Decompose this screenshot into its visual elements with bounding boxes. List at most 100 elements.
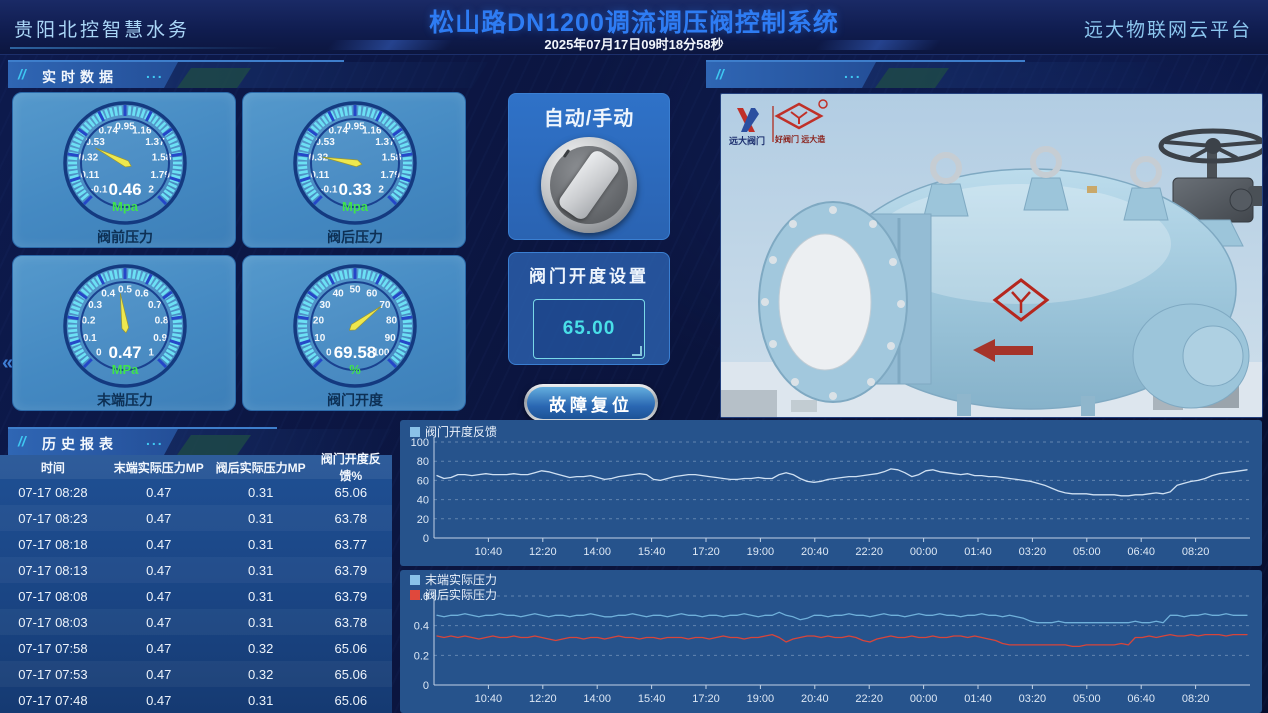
gauge-post-valve-pressure: -0.10.110.320.530.740.951.161.371.581.79… bbox=[242, 92, 466, 248]
svg-text:06:40: 06:40 bbox=[1127, 546, 1155, 558]
svg-text:08:20: 08:20 bbox=[1182, 546, 1210, 558]
section-valve-image: // ... bbox=[706, 62, 1162, 88]
svg-text:60: 60 bbox=[417, 475, 429, 487]
svg-text:00:00: 00:00 bbox=[910, 546, 938, 558]
table-cell: 07-17 08:03 bbox=[0, 615, 106, 630]
table-row: 07-17 07:580.470.3265.06 bbox=[0, 635, 392, 661]
table-row: 07-17 08:230.470.3163.78 bbox=[0, 505, 392, 531]
table-cell: 0.32 bbox=[212, 641, 310, 656]
svg-text:90: 90 bbox=[385, 333, 397, 344]
fault-reset-button[interactable]: 故障复位 bbox=[527, 387, 655, 419]
fault-reset-button-frame[interactable]: 故障复位 bbox=[524, 384, 658, 422]
chart-pressures: 末端实际压力 阀后实际压力 00.20.40.610:4012:2014:001… bbox=[400, 570, 1262, 713]
svg-text:05:00: 05:00 bbox=[1073, 546, 1101, 558]
svg-text:阀前压力: 阀前压力 bbox=[97, 229, 153, 245]
header-timestamp: 2025年07月17日09时18分58秒 bbox=[0, 34, 1268, 53]
svg-text:12:20: 12:20 bbox=[529, 546, 557, 558]
svg-text:15:40: 15:40 bbox=[638, 546, 666, 558]
table-cell: 0.47 bbox=[106, 641, 212, 656]
svg-text:22:20: 22:20 bbox=[855, 546, 883, 558]
col-post-pressure: 阀后实际压力MP bbox=[212, 459, 310, 476]
history-table: 时间 末端实际压力MP 阀后实际压力MP 阀门开度反馈% 07-17 08:28… bbox=[0, 455, 392, 713]
svg-text:14:00: 14:00 bbox=[583, 693, 611, 705]
section-dots-icon: ... bbox=[146, 432, 164, 448]
table-cell: 0.47 bbox=[106, 615, 212, 630]
svg-text:0.6: 0.6 bbox=[135, 289, 149, 300]
table-cell: 63.78 bbox=[310, 511, 392, 526]
setpoint-value: 65.00 bbox=[563, 318, 616, 340]
table-cell: 0.47 bbox=[106, 693, 212, 708]
gauge-end-pressure: 00.10.20.30.40.50.60.70.80.910.47MPa末端压力 bbox=[12, 255, 236, 411]
section-dots-icon: ... bbox=[844, 65, 862, 81]
svg-text:2: 2 bbox=[148, 185, 154, 196]
svg-text:50: 50 bbox=[349, 285, 361, 296]
svg-text:17:20: 17:20 bbox=[692, 693, 720, 705]
chart2-legend: 末端实际压力 阀后实际压力 bbox=[410, 572, 497, 602]
svg-text:17:20: 17:20 bbox=[692, 546, 720, 558]
svg-text:01:40: 01:40 bbox=[964, 693, 992, 705]
svg-text:01:40: 01:40 bbox=[964, 546, 992, 558]
svg-text:80: 80 bbox=[386, 316, 398, 327]
header-bar: 贵阳北控智慧水务 松山路DN1200调流调压阀控制系统 2025年07月17日0… bbox=[0, 0, 1268, 55]
svg-text:0: 0 bbox=[326, 348, 332, 359]
table-cell: 0.31 bbox=[212, 537, 310, 552]
svg-text:末端压力: 末端压力 bbox=[97, 392, 153, 408]
header-underline bbox=[10, 47, 280, 49]
table-cell: 0.47 bbox=[106, 667, 212, 682]
table-cell: 0.31 bbox=[212, 693, 310, 708]
valve-brand-right: 好阀门 远大造 bbox=[774, 134, 825, 144]
svg-text:阀门开度: 阀门开度 bbox=[327, 392, 384, 408]
svg-text:06:40: 06:40 bbox=[1127, 693, 1155, 705]
valve-opening-setpoint-panel: 阀门开度设置 65.00 bbox=[508, 252, 670, 365]
table-cell: 65.06 bbox=[310, 693, 392, 708]
table-cell: 0.47 bbox=[106, 537, 212, 552]
table-cell: 07-17 07:53 bbox=[0, 667, 106, 682]
svg-text:MPa: MPa bbox=[112, 362, 140, 377]
svg-text:1: 1 bbox=[148, 348, 154, 359]
svg-text:0: 0 bbox=[96, 348, 102, 359]
svg-text:22:20: 22:20 bbox=[855, 693, 883, 705]
svg-text:0.7: 0.7 bbox=[148, 300, 162, 311]
svg-text:60: 60 bbox=[366, 289, 378, 300]
svg-text:15:40: 15:40 bbox=[638, 693, 666, 705]
header-deco-left bbox=[326, 40, 453, 50]
section-title-history: 历史报表 bbox=[42, 434, 118, 454]
table-row: 07-17 07:480.470.3165.06 bbox=[0, 687, 392, 713]
auto-manual-label: 自动/手动 bbox=[509, 102, 669, 131]
svg-text:0.2: 0.2 bbox=[82, 316, 96, 327]
svg-text:0.47: 0.47 bbox=[108, 343, 141, 362]
svg-text:03:20: 03:20 bbox=[1019, 693, 1047, 705]
table-cell: 0.31 bbox=[212, 511, 310, 526]
table-row: 07-17 08:030.470.3163.78 bbox=[0, 609, 392, 635]
gauge-pre-valve-pressure: -0.10.110.320.530.740.951.161.371.581.79… bbox=[12, 92, 236, 248]
setpoint-input[interactable]: 65.00 bbox=[533, 299, 645, 359]
svg-text:0.46: 0.46 bbox=[108, 180, 141, 199]
svg-text:20:40: 20:40 bbox=[801, 546, 829, 558]
section-dots-icon: ... bbox=[146, 65, 164, 81]
table-cell: 63.78 bbox=[310, 615, 392, 630]
sidebar-collapse-arrow[interactable]: « bbox=[2, 352, 13, 375]
history-table-body: 07-17 08:280.470.3165.0607-17 08:230.470… bbox=[0, 479, 392, 713]
section-title-realtime: 实时数据 bbox=[42, 67, 118, 87]
table-cell: 65.06 bbox=[310, 485, 392, 500]
legend-swatch-end-pressure bbox=[410, 575, 420, 585]
table-cell: 0.31 bbox=[212, 563, 310, 578]
table-cell: 65.06 bbox=[310, 641, 392, 656]
col-opening-feedback: 阀门开度反馈% bbox=[310, 450, 392, 484]
col-time: 时间 bbox=[0, 459, 106, 476]
svg-text:%: % bbox=[349, 362, 361, 377]
table-cell: 07-17 08:28 bbox=[0, 485, 106, 500]
auto-manual-knob[interactable] bbox=[541, 137, 637, 233]
svg-text:20: 20 bbox=[313, 316, 325, 327]
svg-text:0.33: 0.33 bbox=[338, 180, 371, 199]
section-slash-icon: // bbox=[18, 433, 26, 449]
table-cell: 0.31 bbox=[212, 589, 310, 604]
valve-illustration: 远大阀门 好阀门 远大造 bbox=[721, 94, 1263, 418]
table-cell: 07-17 08:08 bbox=[0, 589, 106, 604]
table-cell: 0.47 bbox=[106, 511, 212, 526]
svg-text:10:40: 10:40 bbox=[475, 546, 503, 558]
svg-text:19:00: 19:00 bbox=[747, 693, 775, 705]
table-cell: 07-17 07:48 bbox=[0, 693, 106, 708]
svg-text:0: 0 bbox=[423, 533, 429, 545]
svg-text:08:20: 08:20 bbox=[1182, 693, 1210, 705]
